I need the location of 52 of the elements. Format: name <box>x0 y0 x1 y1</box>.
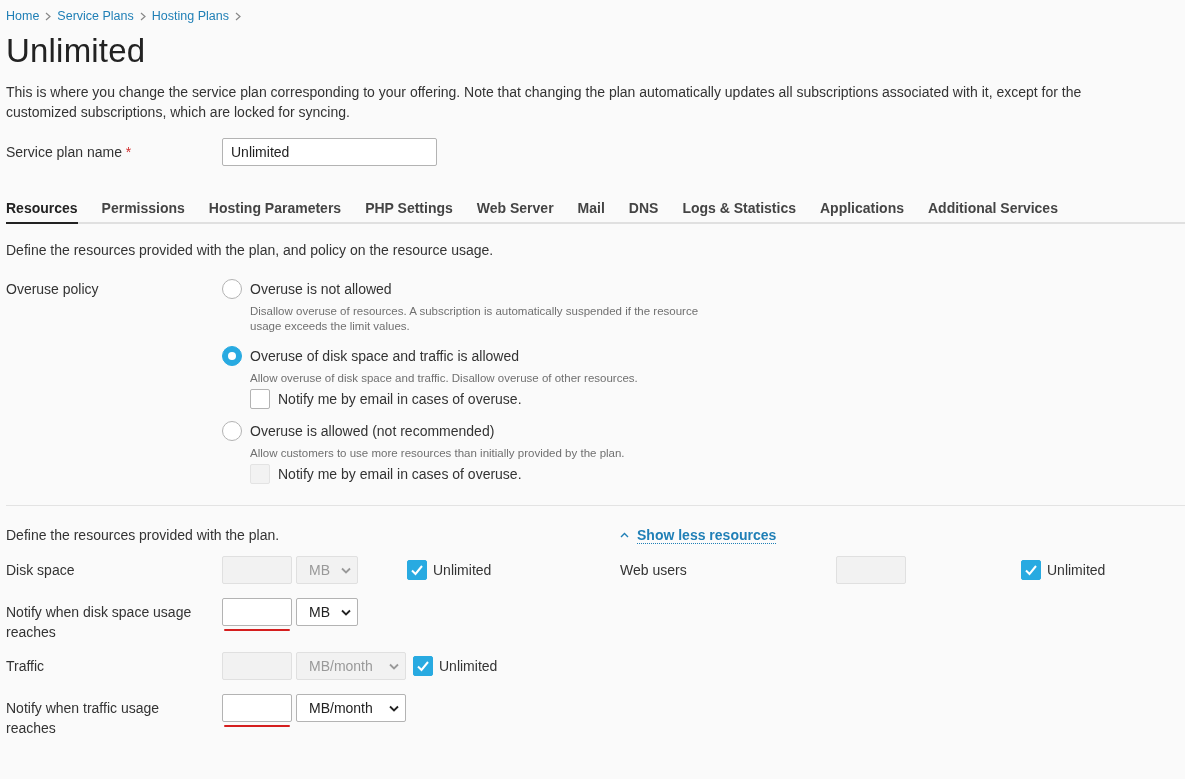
tab[interactable]: Web Server <box>476 200 554 224</box>
chevron-down-icon <box>389 704 399 712</box>
option-description: Allow customers to use more resources than initially provided by the plan. <box>250 446 626 461</box>
field-label: Notify when disk space usage reaches <box>6 603 193 642</box>
chevron-down-icon <box>341 566 351 574</box>
radio-label[interactable]: Overuse is allowed (not recommended) <box>250 423 495 439</box>
checkmark-icon <box>410 563 424 577</box>
radio-label[interactable]: Overuse of disk space and traffic is allowed <box>250 348 519 364</box>
chevron-down-icon <box>389 662 399 670</box>
field-label: Disk space <box>6 561 76 580</box>
tab[interactable]: Applications <box>819 200 904 224</box>
show-less-link[interactable]: Show less resources <box>637 526 777 544</box>
unit-select[interactable]: MB <box>296 598 358 626</box>
option-description: Allow overuse of disk space and traffic. Disallow overuse of other resources. <box>250 371 639 386</box>
chevron-right-icon <box>45 11 52 21</box>
tab[interactable]: Resources <box>6 200 78 224</box>
tab[interactable]: Permissions <box>101 200 185 224</box>
field-label: Notify when traffic usage reaches <box>6 699 161 738</box>
plan-name-input[interactable]: Unlimited <box>222 138 437 166</box>
radio-label[interactable]: Overuse is not allowed <box>250 281 392 297</box>
chevron-right-icon <box>139 11 146 21</box>
breadcrumb-link[interactable]: Hosting Plans <box>151 9 229 23</box>
tab[interactable]: Mail <box>577 200 605 224</box>
tab[interactable]: Additional Services <box>928 200 1058 224</box>
chevron-down-icon <box>341 608 351 616</box>
chevron-right-icon <box>234 11 241 21</box>
field-label: Web users <box>620 561 688 580</box>
tab[interactable]: Logs & Statistics <box>682 200 796 224</box>
checkbox[interactable] <box>250 389 270 409</box>
radio-button[interactable] <box>222 346 242 366</box>
number-input[interactable] <box>222 694 292 722</box>
checkmark-icon <box>416 659 430 673</box>
radio-button[interactable] <box>222 421 242 441</box>
field-label: Service plan name * <box>6 144 133 160</box>
page-title: Unlimited <box>6 32 147 70</box>
tab[interactable]: Hosting Parameters <box>208 200 342 224</box>
field-label: Traffic <box>6 657 46 676</box>
tab[interactable]: PHP Settings <box>365 200 453 224</box>
field-label: Overuse policy <box>6 280 100 299</box>
breadcrumb-link[interactable]: Service Plans <box>57 9 134 23</box>
option-description: Disallow overuse of resources. A subscription is automatically suspended if the resource usage exceeds the limit values. <box>250 304 700 334</box>
intro-text: This is where you change the service plan corresponding to your offering. Note that changing the plan automatically updates all subscriptions associated with it, except for the customized subscriptions, which are locked for syncing. <box>6 83 1083 122</box>
checkmark-icon <box>1024 563 1038 577</box>
unit-select[interactable]: MB/month <box>296 694 406 722</box>
section-description: Define the resources provided with the plan, and policy on the resource usage. <box>6 242 495 258</box>
checkbox-label[interactable]: Notify me by email in cases of overuse. <box>278 391 522 407</box>
radio-button[interactable] <box>222 279 242 299</box>
number-input[interactable] <box>222 598 292 626</box>
tab[interactable]: DNS <box>628 200 659 224</box>
breadcrumb-link[interactable]: Home <box>6 9 40 23</box>
chevron-up-icon <box>620 532 629 538</box>
section-description: Define the resources provided with the plan. <box>6 527 280 543</box>
